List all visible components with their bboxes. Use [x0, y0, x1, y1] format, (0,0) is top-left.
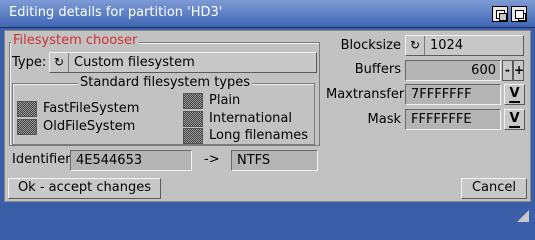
- type-cycle-gadget[interactable]: ↻ Custom filesystem: [49, 52, 317, 73]
- fastfilesystem-label: FastFileSystem: [43, 101, 140, 116]
- ok-button[interactable]: Ok - accept changes: [8, 178, 161, 199]
- window-title: Editing details for partition 'HD3': [9, 5, 223, 20]
- plain-checkbox[interactable]: [183, 93, 203, 109]
- mask-field[interactable]: FFFFFFFE: [405, 109, 501, 130]
- international-checkbox[interactable]: [183, 111, 203, 127]
- identifier-label: Identifier: [12, 152, 71, 167]
- type-label: Type:: [12, 55, 47, 70]
- maxtransfer-field[interactable]: 7FFFFFFF: [405, 84, 501, 105]
- long-filenames-label: Long filenames: [209, 128, 309, 143]
- buffers-increment-button[interactable]: +: [513, 60, 524, 81]
- buffers-field[interactable]: 600: [405, 60, 501, 81]
- plain-label: Plain: [209, 93, 241, 108]
- type-value: Custom filesystem: [74, 55, 195, 70]
- mask-label: Mask: [367, 112, 401, 127]
- international-label: International: [209, 111, 292, 126]
- buffers-decrement-button[interactable]: -: [502, 60, 513, 81]
- blocksize-value: 1024: [430, 38, 464, 53]
- zoom-icon[interactable]: [511, 6, 527, 22]
- identifier-name-field: NTFS: [231, 150, 318, 171]
- cancel-button[interactable]: Cancel: [461, 178, 527, 199]
- fastfilesystem-checkbox[interactable]: [17, 101, 37, 117]
- blocksize-cycle-gadget[interactable]: ↻ 1024: [405, 35, 524, 56]
- popup-arrow-icon: V: [509, 111, 520, 128]
- oldfilesystem-checkbox[interactable]: [17, 119, 37, 135]
- window-bottom-border: [0, 204, 535, 226]
- maxtransfer-popup-button[interactable]: V: [504, 84, 525, 105]
- buffers-label: Buffers: [354, 62, 401, 77]
- cycle-icon: ↻: [50, 53, 69, 72]
- depth-icon[interactable]: [492, 6, 508, 22]
- oldfilesystem-label: OldFileSystem: [43, 119, 136, 134]
- filesystem-chooser-legend: Filesystem chooser: [11, 33, 140, 48]
- identifier-arrow: ->: [204, 152, 220, 167]
- popup-arrow-icon: V: [509, 86, 520, 103]
- mask-popup-button[interactable]: V: [504, 109, 525, 130]
- identifier-field[interactable]: 4E544653: [70, 150, 192, 171]
- blocksize-label: Blocksize: [340, 38, 401, 53]
- resize-handle-icon[interactable]: [517, 210, 529, 222]
- standard-types-legend: Standard filesystem types: [78, 75, 253, 90]
- cycle-icon: ↻: [406, 36, 425, 55]
- maxtransfer-label: Maxtransfer: [326, 87, 405, 102]
- long-filenames-checkbox[interactable]: [183, 128, 203, 144]
